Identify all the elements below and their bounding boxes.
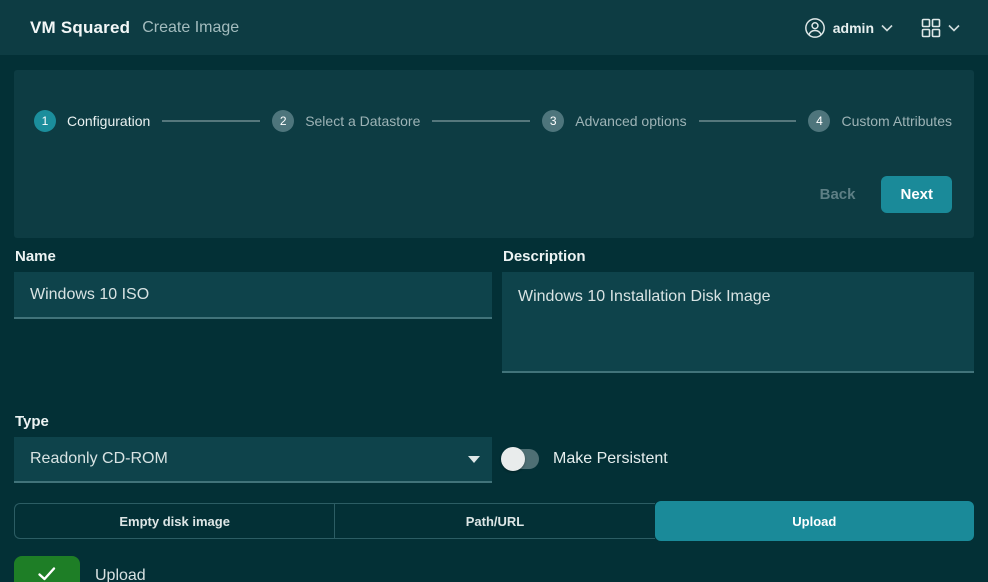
upload-confirm-button[interactable] — [14, 556, 80, 582]
wizard-panel: 1 Configuration 2 Select a Datastore 3 A… — [14, 70, 974, 238]
name-input[interactable] — [14, 272, 492, 319]
chevron-down-icon — [881, 24, 893, 32]
caret-down-icon — [468, 456, 480, 463]
step-label: Advanced options — [575, 113, 686, 129]
step-label: Custom Attributes — [841, 113, 952, 129]
type-select-value: Readonly CD-ROM — [30, 450, 168, 468]
step-configuration[interactable]: 1 Configuration — [34, 110, 150, 132]
brand-title: VM Squared — [30, 18, 130, 38]
step-number-badge: 1 — [34, 110, 56, 132]
make-persistent-toggle[interactable] — [502, 449, 539, 469]
upload-action-label: Upload — [95, 567, 146, 582]
step-select-datastore[interactable]: 2 Select a Datastore — [272, 110, 420, 132]
step-connector — [699, 120, 797, 122]
chevron-down-icon — [948, 24, 960, 32]
description-input[interactable] — [502, 272, 974, 373]
user-name: admin — [833, 20, 874, 36]
grid-apps-icon — [921, 18, 941, 38]
checkmark-icon — [37, 566, 57, 582]
description-field-label: Description — [503, 248, 974, 265]
header-actions: admin — [804, 17, 960, 39]
make-persistent-label: Make Persistent — [553, 450, 668, 468]
step-label: Select a Datastore — [305, 113, 420, 129]
tab-empty-disk-image[interactable]: Empty disk image — [14, 503, 334, 539]
step-connector — [432, 120, 530, 122]
stepper: 1 Configuration 2 Select a Datastore 3 A… — [34, 110, 952, 132]
image-source-tabs: Empty disk image Path/URL Upload — [14, 503, 974, 539]
upload-action-row: Upload — [14, 556, 974, 582]
type-field-label: Type — [15, 413, 492, 430]
apps-menu[interactable] — [921, 18, 960, 38]
step-connector — [162, 120, 260, 122]
step-number-badge: 2 — [272, 110, 294, 132]
user-menu[interactable]: admin — [804, 17, 893, 39]
back-button[interactable]: Back — [820, 186, 856, 203]
step-advanced-options[interactable]: 3 Advanced options — [542, 110, 686, 132]
user-icon — [804, 17, 826, 39]
step-number-badge: 4 — [808, 110, 830, 132]
tab-upload[interactable]: Upload — [655, 501, 974, 541]
wizard-actions: Back Next — [34, 176, 952, 213]
tab-path-url[interactable]: Path/URL — [334, 503, 654, 539]
next-button[interactable]: Next — [881, 176, 952, 213]
page-title: Create Image — [142, 19, 239, 37]
name-field-label: Name — [15, 248, 492, 265]
configuration-form: Name Description Type Readonly CD-ROM Ma… — [0, 238, 988, 483]
step-label: Configuration — [67, 113, 150, 129]
step-number-badge: 3 — [542, 110, 564, 132]
app-header: VM Squared Create Image admin — [0, 0, 988, 55]
step-custom-attributes[interactable]: 4 Custom Attributes — [808, 110, 952, 132]
type-select[interactable]: Readonly CD-ROM — [14, 437, 492, 483]
toggle-knob — [501, 447, 525, 471]
